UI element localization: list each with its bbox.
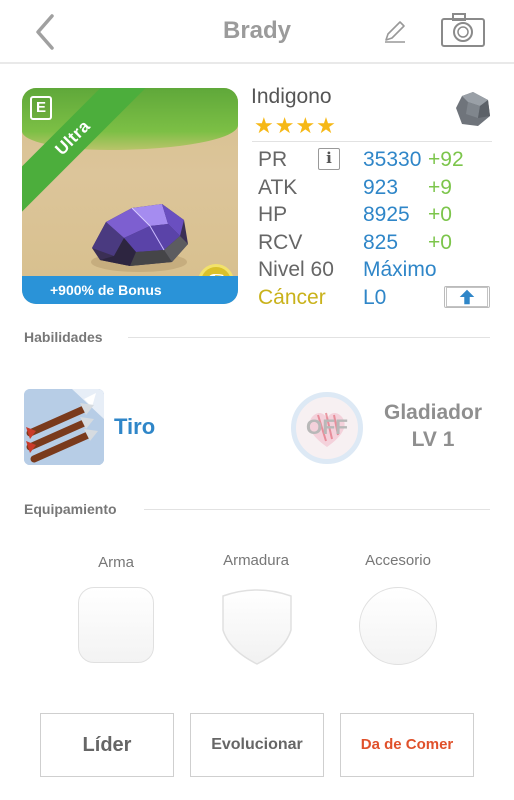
passive-name: Gladiador xyxy=(383,401,483,424)
equipment-section-label: Equipamiento xyxy=(24,501,117,517)
passive-level: LV 1 xyxy=(411,428,455,451)
atk-bonus: +9 xyxy=(428,176,452,199)
top-bar: Brady xyxy=(0,0,514,64)
camera-icon[interactable] xyxy=(440,12,486,48)
level-label: Nivel 60 xyxy=(258,258,334,281)
info-divider xyxy=(252,141,492,142)
hp-label: HP xyxy=(258,203,288,226)
atk-value: 923 xyxy=(363,176,399,199)
accessory-slot[interactable] xyxy=(359,587,437,665)
armor-slot[interactable] xyxy=(219,586,295,666)
pr-value: 35330 xyxy=(363,148,422,171)
pr-bonus: +92 xyxy=(428,148,464,171)
zodiac-level-value: L0 xyxy=(363,286,387,309)
equipment-badge-icon: E xyxy=(30,96,52,120)
hp-value: 8925 xyxy=(363,203,410,226)
rcv-value: 825 xyxy=(363,231,399,254)
equipment-divider xyxy=(144,509,490,510)
star-rating: ★★★★ xyxy=(254,113,337,138)
skills-section-label: Habilidades xyxy=(24,329,103,345)
hp-bonus: +0 xyxy=(428,203,452,226)
passive-off-toggle[interactable]: OFF xyxy=(291,392,363,464)
rcv-label: RCV xyxy=(258,231,303,254)
evolve-button[interactable]: Evolucionar xyxy=(190,713,324,777)
pr-label: PR xyxy=(258,148,288,171)
feed-button[interactable]: Da de Comer xyxy=(340,713,474,777)
accessory-slot-label: Accesorio xyxy=(365,552,431,569)
level-value: Máximo xyxy=(363,258,437,281)
skill-name[interactable]: Tiro xyxy=(114,414,155,440)
bonus-bar: +900% de Bonus xyxy=(22,276,238,304)
zodiac-label: Cáncer xyxy=(258,286,326,309)
upgrade-arrow-icon[interactable] xyxy=(444,286,490,308)
monster-rock-image xyxy=(91,204,188,272)
weapon-slot-label: Arma xyxy=(98,554,134,571)
skills-divider xyxy=(128,337,490,338)
monster-name: Indigono xyxy=(251,85,332,108)
passive-state-label: OFF xyxy=(306,416,348,439)
arrow-volley-skill-icon[interactable] xyxy=(24,389,104,465)
weapon-slot[interactable] xyxy=(78,587,154,663)
page-title: Brady xyxy=(222,17,292,44)
info-icon[interactable]: i xyxy=(318,148,340,170)
atk-label: ATK xyxy=(258,176,298,199)
leader-button[interactable]: Líder xyxy=(40,713,174,777)
rcv-bonus: +0 xyxy=(428,231,452,254)
armor-slot-label: Armadura xyxy=(223,552,289,569)
pencil-icon[interactable] xyxy=(380,16,410,46)
stone-element-icon xyxy=(456,92,490,126)
monster-card[interactable]: Ultra E ♋ +900% de Bonus xyxy=(22,88,238,304)
